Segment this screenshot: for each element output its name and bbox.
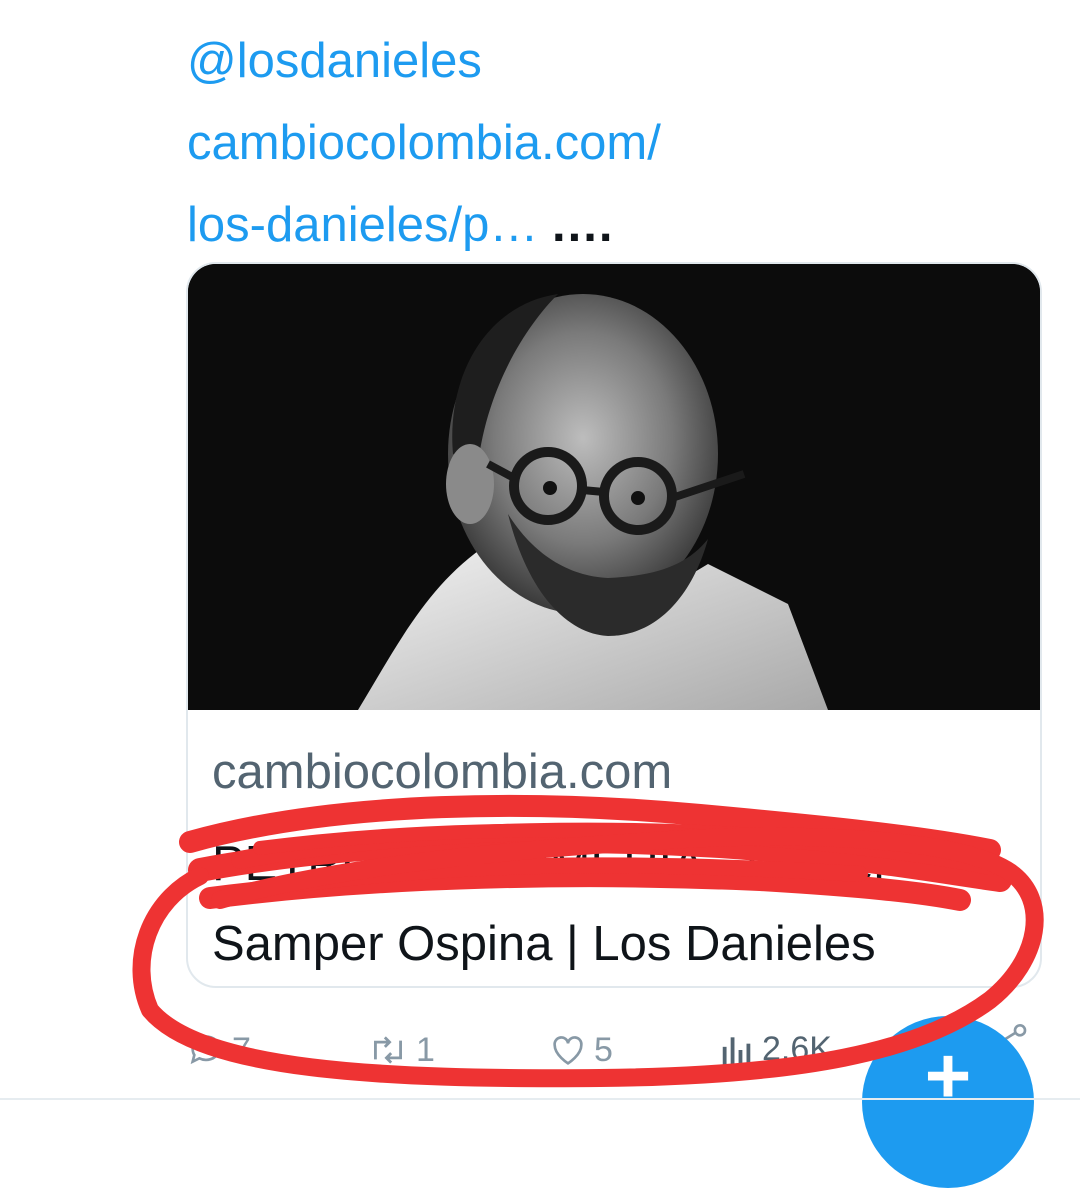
card-image (188, 264, 1040, 710)
views-count: 2.6K (762, 1030, 832, 1068)
compose-plus-icon: + (924, 1031, 972, 1120)
card-title-line2: Samper Ospina | Los Danieles (212, 917, 876, 971)
portrait-photo (188, 264, 1040, 710)
reply-icon (190, 1035, 221, 1065)
views-chart-icon (722, 1036, 751, 1066)
reply-count: 7 (232, 1030, 251, 1069)
link-preview-card[interactable]: cambiocolombia.com PETRO ES MUMERÍA - Da… (186, 262, 1042, 988)
retweet-button[interactable]: 1 (366, 1030, 435, 1070)
trailing-dots: .... (551, 198, 615, 252)
card-title-line1: PETRO ES MUMERÍA - Daniel (212, 837, 885, 891)
card-title: PETRO ES MUMERÍA - Daniel Samper Ospina … (212, 824, 1012, 984)
tweet-text: @losdanieles cambiocolombia.com/ los-dan… (187, 20, 1007, 266)
views-button[interactable]: 2.6K (718, 1030, 832, 1069)
article-link-part2[interactable]: los-danieles/p… (187, 198, 538, 252)
reply-button[interactable]: 7 (186, 1030, 251, 1070)
heart-icon (553, 1036, 583, 1065)
like-button[interactable]: 5 (548, 1030, 613, 1070)
article-link-part1[interactable]: cambiocolombia.com/ (187, 116, 661, 170)
retweet-icon (374, 1036, 402, 1064)
mention-link[interactable]: @losdanieles (187, 34, 482, 88)
card-domain: cambiocolombia.com (212, 745, 673, 799)
like-count: 5 (594, 1030, 613, 1069)
compose-fab[interactable]: + (862, 1016, 1034, 1188)
divider (0, 1098, 1080, 1100)
retweet-count: 1 (416, 1030, 435, 1069)
